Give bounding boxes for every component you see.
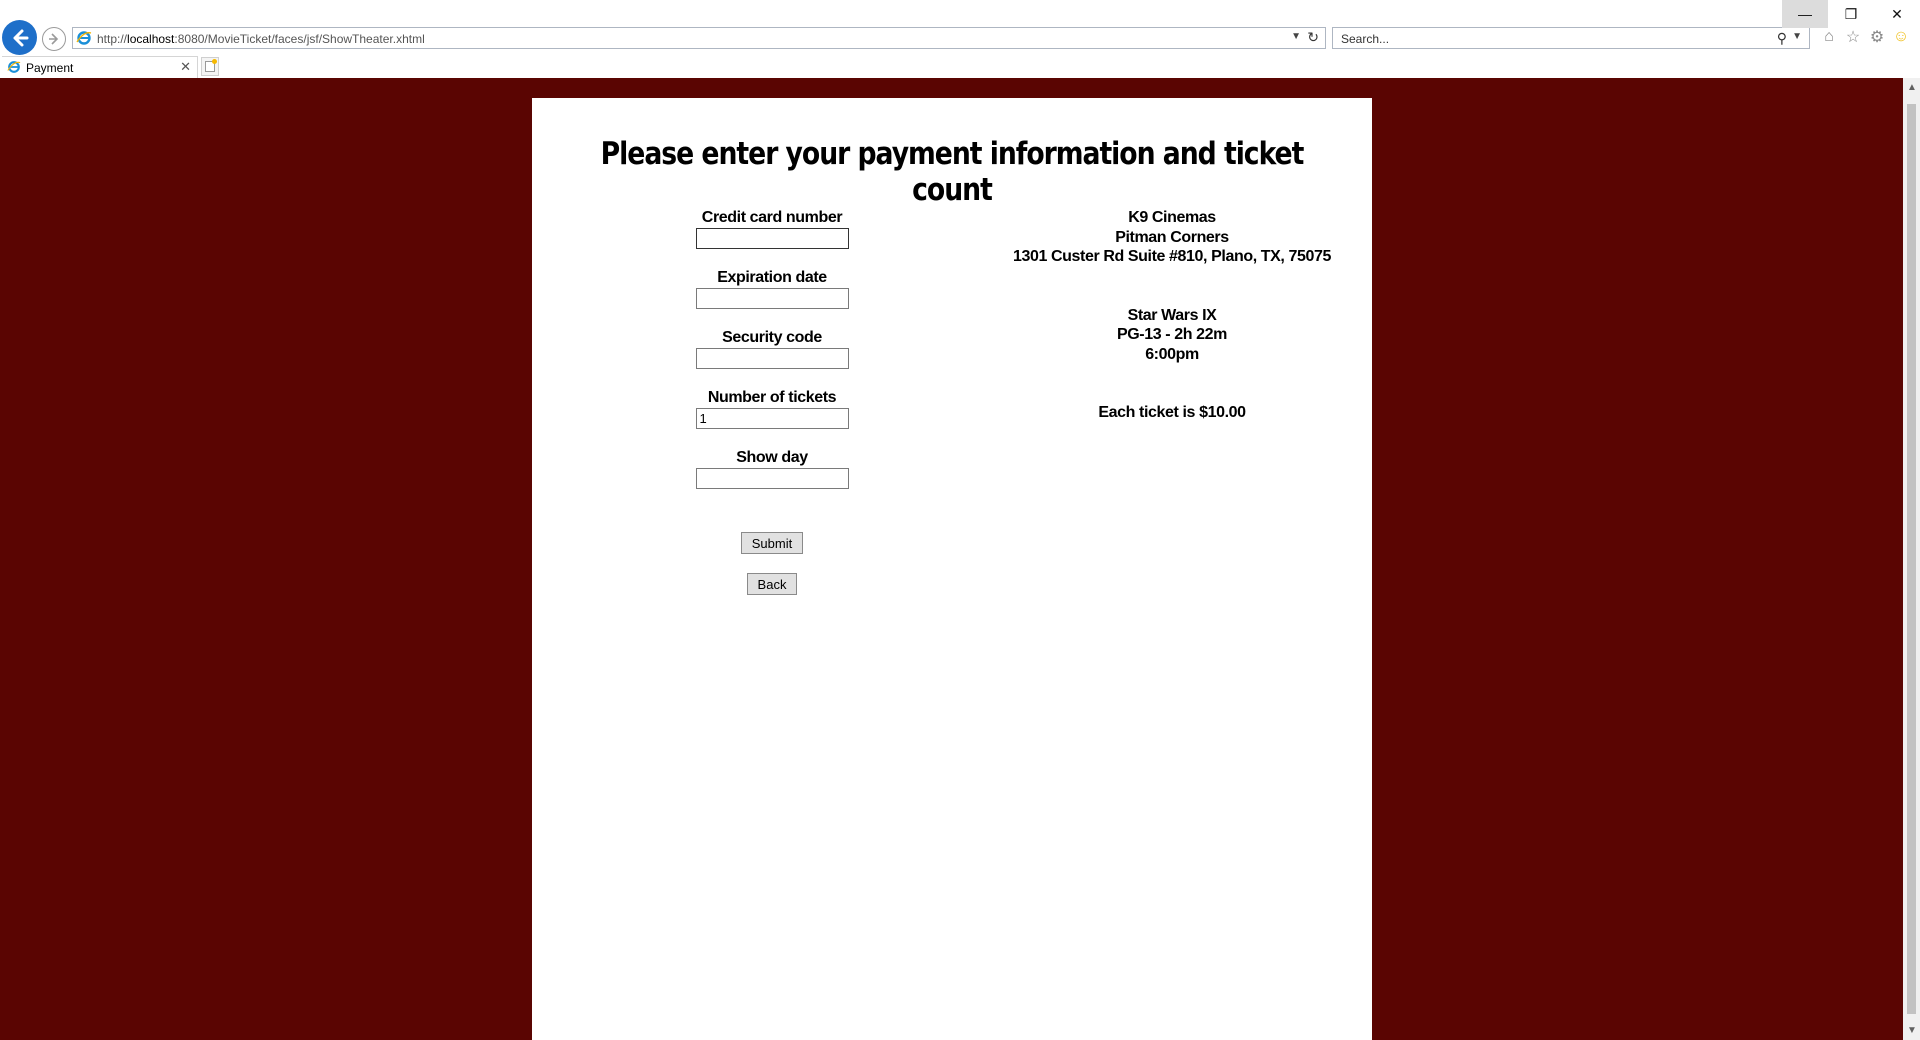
back-navigation-button[interactable] <box>2 20 37 55</box>
expiration-date-label: Expiration date <box>717 269 827 286</box>
vertical-scrollbar[interactable]: ▲ ▼ <box>1903 78 1920 1040</box>
search-box[interactable]: Search... ⚲ ▼ <box>1332 27 1810 49</box>
close-icon[interactable]: ✕ <box>1874 0 1920 28</box>
window-controls: — ❐ ✕ <box>1782 0 1920 28</box>
address-bar[interactable]: http://localhost:8080/MovieTicket/faces/… <box>72 27 1326 49</box>
chevron-down-icon[interactable]: ▼ <box>1291 31 1301 42</box>
favorites-star-icon[interactable]: ☆ <box>1844 28 1862 46</box>
new-tab-button[interactable] <box>201 57 219 76</box>
show-info: K9 Cinemas Pitman Corners 1301 Custer Rd… <box>972 208 1372 423</box>
content-panel: Please enter your payment information an… <box>532 98 1372 1040</box>
expiration-date-input[interactable] <box>695 288 849 309</box>
security-code-input[interactable] <box>695 348 849 369</box>
smiley-feedback-icon[interactable]: ☺ <box>1892 28 1910 46</box>
show-day-label: Show day <box>736 449 808 466</box>
arrow-right-icon <box>49 33 59 45</box>
scroll-down-icon[interactable]: ▼ <box>1907 1025 1917 1036</box>
refresh-icon[interactable]: ↻ <box>1307 29 1319 46</box>
back-button[interactable]: Back <box>746 573 798 595</box>
restore-icon[interactable]: ❐ <box>1828 0 1874 28</box>
ticket-price: Each ticket is $10.00 <box>1098 404 1246 421</box>
tab-payment[interactable]: Payment ✕ <box>2 56 198 78</box>
home-icon[interactable]: ⌂ <box>1820 28 1838 46</box>
theater-address: 1301 Custer Rd Suite #810, Plano, TX, 75… <box>1012 248 1332 265</box>
page-viewport: Please enter your payment information an… <box>0 78 1903 1040</box>
show-day-input[interactable] <box>695 468 849 489</box>
showtime: 6:00pm <box>1145 345 1199 363</box>
internet-explorer-icon <box>7 61 21 73</box>
toolbar-icons: ⌂ ☆ ⚙ ☺ <box>1820 28 1910 46</box>
number-of-tickets-input[interactable] <box>695 408 849 429</box>
chevron-down-icon[interactable]: ▼ <box>1792 31 1802 42</box>
scroll-up-icon[interactable]: ▲ <box>1907 82 1917 93</box>
browser-chrome: http://localhost:8080/MovieTicket/faces/… <box>0 0 1920 78</box>
credit-card-input[interactable] <box>695 228 849 249</box>
tab-title: Payment <box>26 61 74 75</box>
search-icon[interactable]: ⚲ <box>1777 30 1787 47</box>
close-tab-icon[interactable]: ✕ <box>180 59 191 75</box>
credit-card-label: Credit card number <box>701 209 843 226</box>
forward-navigation-button[interactable] <box>42 27 66 51</box>
internet-explorer-icon <box>76 31 92 45</box>
movie-rating-runtime: PG-13 - 2h 22m <box>1116 326 1227 343</box>
page-title: Please enter your payment information an… <box>600 136 1305 208</box>
url-text[interactable]: http://localhost:8080/MovieTicket/faces/… <box>97 32 425 46</box>
theater-location: Pitman Corners <box>1115 228 1229 246</box>
arrow-left-icon <box>13 29 28 46</box>
payment-form: Credit card number Expiration date Secur… <box>672 208 872 595</box>
submit-button[interactable]: Submit <box>740 532 804 554</box>
security-code-label: Security code <box>722 329 822 346</box>
search-placeholder[interactable]: Search... <box>1341 32 1389 46</box>
gear-icon[interactable]: ⚙ <box>1868 28 1886 46</box>
scrollbar-thumb[interactable] <box>1907 104 1916 1014</box>
theater-name: K9 Cinemas <box>1128 209 1216 226</box>
number-of-tickets-label: Number of tickets <box>707 389 837 406</box>
new-tab-icon <box>205 59 217 72</box>
movie-title: Star Wars IX <box>1127 306 1217 324</box>
minimize-icon[interactable]: — <box>1782 0 1828 28</box>
